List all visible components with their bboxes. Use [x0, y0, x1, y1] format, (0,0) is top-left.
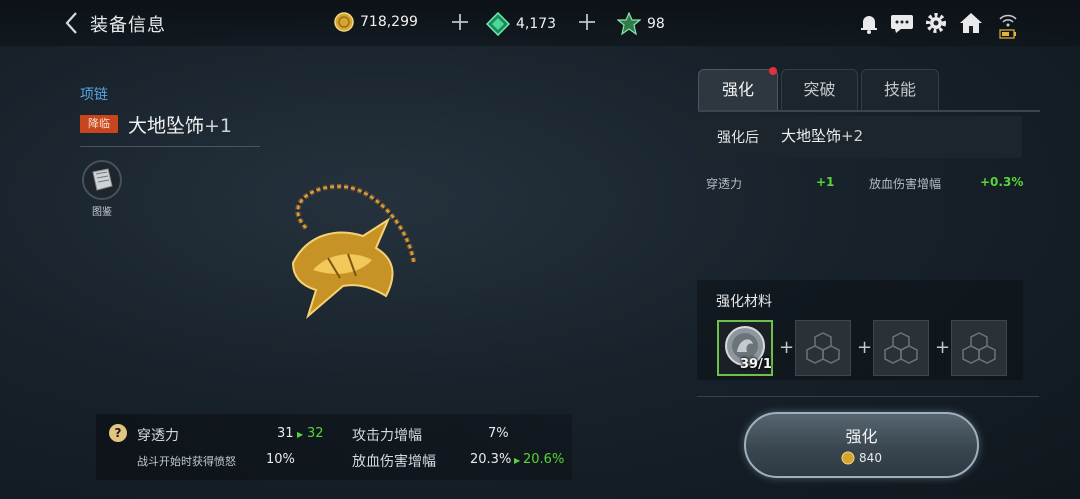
item-name: 大地坠饰+1: [128, 111, 232, 138]
enhance-button-label: 强化: [845, 427, 878, 446]
plus-icon: +: [857, 337, 873, 358]
item-category: 项链: [80, 87, 108, 103]
item-level: +1: [204, 115, 233, 137]
back-icon[interactable]: [62, 10, 82, 36]
bonus-bleed-value: +0.3%: [980, 175, 1024, 189]
item-name-text: 大地坠饰: [128, 115, 205, 137]
notification-dot: [769, 67, 777, 75]
codex-button[interactable]: [82, 160, 122, 200]
material-slot-empty[interactable]: [951, 320, 1007, 376]
enhance-cost-value: 840: [859, 451, 882, 465]
plus-icon: +: [779, 337, 795, 358]
stamina-counter: 98: [617, 12, 665, 36]
enhance-after-name-text: 大地坠饰: [781, 127, 842, 145]
gem-counter: 4,173: [486, 12, 556, 36]
divider: [697, 396, 1039, 397]
gold-amount: 718,299: [360, 14, 418, 30]
stat-bleed-label: 放血伤害增幅: [352, 454, 436, 470]
materials-title: 强化材料: [716, 294, 772, 310]
tab-divider: [698, 110, 1040, 112]
add-gold-button[interactable]: [450, 10, 470, 34]
page-title: 装备信息: [90, 15, 166, 36]
codex-label: 图鉴: [92, 207, 112, 218]
bonus-bleed-label: 放血伤害增幅: [869, 177, 942, 191]
arrow-right-icon: ▶: [297, 430, 304, 439]
gold-counter: 718,299: [334, 12, 418, 32]
cubes-icon: [962, 332, 996, 364]
enhance-after-label: 强化后: [717, 130, 759, 146]
gear-icon[interactable]: [924, 11, 950, 35]
help-icon[interactable]: ?: [109, 424, 127, 442]
bonus-penetration-label: 穿透力: [706, 177, 743, 191]
gem-icon: [486, 12, 510, 36]
gold-coin-icon: [841, 451, 855, 465]
stamina-amount: 98: [647, 16, 665, 32]
material-slot-empty[interactable]: [873, 320, 929, 376]
cubes-icon: [806, 332, 840, 364]
tab-breakthrough[interactable]: 突破: [781, 69, 858, 111]
gem-amount: 4,173: [516, 16, 557, 32]
add-gem-button[interactable]: [577, 10, 597, 34]
divider: [80, 146, 260, 147]
necklace-item-image: [291, 184, 417, 320]
gold-coin-icon: [334, 12, 354, 32]
wifi-battery-icon: [996, 11, 1022, 39]
stat-bleed-current: 20.3%: [470, 452, 512, 467]
enhance-after-name: 大地坠饰+2: [781, 125, 863, 146]
stat-penetration-current: 31: [277, 426, 294, 441]
plus-icon: +: [935, 337, 951, 358]
arrow-right-icon: ▶: [514, 456, 521, 465]
enhance-after-level: +2: [841, 127, 864, 145]
stat-bleed-next: 20.6%: [523, 452, 565, 467]
bonus-penetration-value: +1: [816, 175, 835, 189]
stat-attack-boost-label: 攻击力增幅: [352, 428, 422, 444]
bell-icon[interactable]: [857, 11, 883, 35]
stats-panel: [96, 414, 572, 480]
material-count: 39/1: [740, 357, 772, 372]
material-slot-empty[interactable]: [795, 320, 851, 376]
stat-rage-label: 战斗开始时获得愤怒: [137, 455, 236, 468]
stat-attack-boost-value: 7%: [488, 426, 509, 441]
home-icon[interactable]: [958, 11, 984, 35]
book-icon: [92, 168, 113, 191]
stamina-icon: [617, 12, 641, 36]
stat-penetration-next: 32: [307, 426, 324, 441]
enhance-cost: 840: [744, 451, 979, 465]
item-badge: 降临: [80, 115, 118, 133]
cubes-icon: [884, 332, 918, 364]
tab-enhance[interactable]: 强化: [698, 69, 778, 111]
stat-penetration-label: 穿透力: [137, 428, 179, 444]
tab-skills[interactable]: 技能: [861, 69, 939, 111]
chat-icon[interactable]: [889, 11, 915, 35]
stat-rage-value: 10%: [266, 452, 295, 467]
